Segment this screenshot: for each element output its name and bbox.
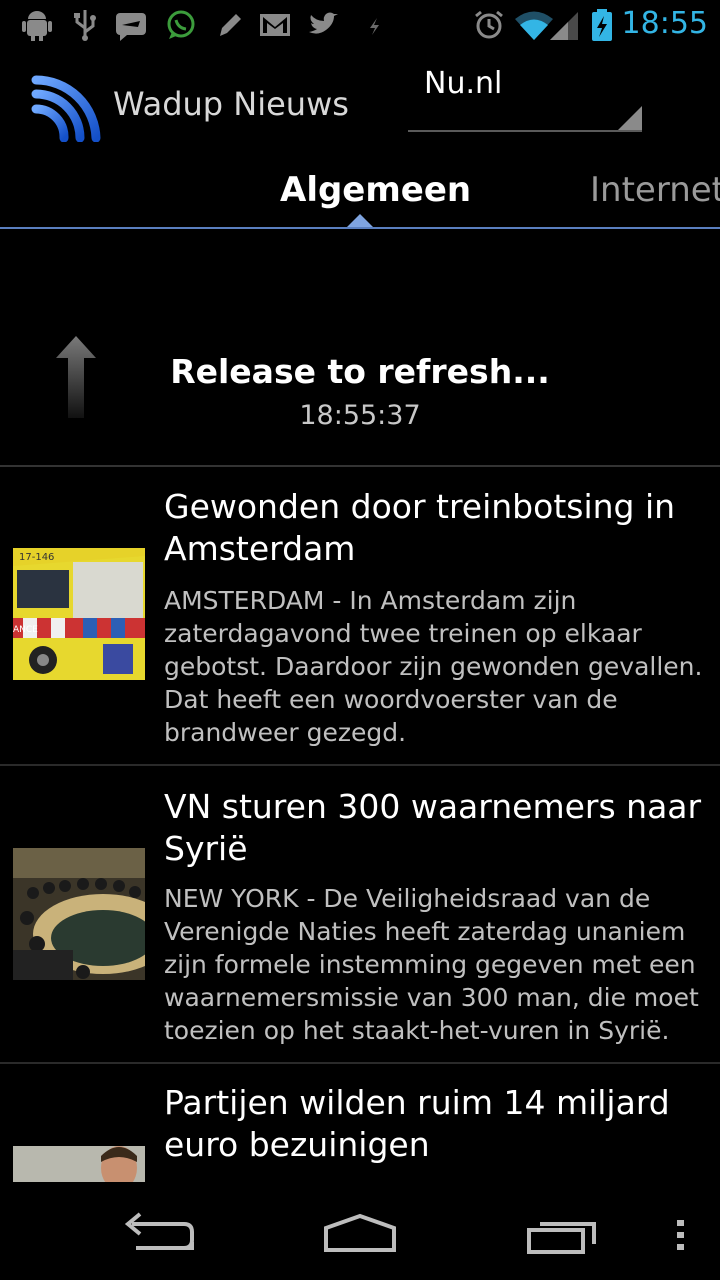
signal-icon xyxy=(550,12,578,40)
app-logo-icon[interactable] xyxy=(30,72,102,142)
whatsapp-icon xyxy=(167,10,195,39)
news-headline: Gewonden door treinbotsing in Amsterdam xyxy=(164,487,676,568)
news-summary: AMSTERDAM - In Amsterdam zijn zaterdagav… xyxy=(164,586,703,747)
app-title: Wadup Nieuws xyxy=(113,85,349,123)
home-button[interactable] xyxy=(322,1212,398,1254)
news-item[interactable]: 17-146 ANCE Gewonden door treinbotsing i… xyxy=(0,466,720,766)
tab-internet[interactable]: Internet xyxy=(590,170,720,210)
news-headline: Partijen wilden ruim 14 miljard euro bez… xyxy=(164,1083,670,1164)
politician-image xyxy=(13,1146,145,1182)
news-thumbnail xyxy=(13,848,145,980)
twitter-icon xyxy=(309,12,338,34)
tab-selected-indicator-icon xyxy=(346,214,374,228)
spinner-underline xyxy=(408,130,642,132)
airplane-message-icon xyxy=(116,13,146,41)
ambulance-image: 17-146 ANCE xyxy=(13,548,145,680)
source-spinner-value: Nu.nl xyxy=(424,66,503,101)
refresh-timestamp: 18:55:37 xyxy=(299,400,421,431)
overflow-menu-icon[interactable] xyxy=(674,1218,688,1252)
un-council-image xyxy=(13,848,145,980)
recent-apps-button[interactable] xyxy=(526,1216,598,1254)
news-thumbnail xyxy=(13,1146,145,1182)
navigation-bar xyxy=(0,1182,720,1280)
status-clock: 18:55 xyxy=(621,6,708,41)
status-bar: 18:55 xyxy=(0,0,720,50)
tab-algemeen[interactable]: Algemeen xyxy=(280,170,471,210)
thumb-badge-text: 17-146 xyxy=(19,552,54,563)
news-thumbnail: 17-146 ANCE xyxy=(13,548,145,680)
back-button[interactable] xyxy=(124,1212,196,1256)
pencil-icon xyxy=(220,14,241,36)
news-item[interactable]: Partijen wilden ruim 14 miljard euro bez… xyxy=(0,1064,720,1182)
news-summary: NEW YORK - De Veiligheidsraad van de Ver… xyxy=(164,884,699,1045)
spinner-corner-icon xyxy=(618,106,642,130)
thumb-side-text: ANCE xyxy=(13,625,38,635)
news-list[interactable]: 17-146 ANCE Gewonden door treinbotsing i… xyxy=(0,466,720,1182)
small-notification-icon xyxy=(370,18,379,35)
android-debug-icon xyxy=(22,11,52,41)
pull-to-refresh-header: Release to refresh... 18:55:37 xyxy=(0,230,720,467)
alarm-icon xyxy=(475,10,503,39)
action-bar: Wadup Nieuws Nu.nl xyxy=(0,50,720,160)
refresh-message: Release to refresh... xyxy=(170,352,550,391)
usb-icon xyxy=(74,10,96,41)
tab-strip: Algemeen Internet xyxy=(0,160,720,230)
battery-charging-icon xyxy=(592,9,612,41)
tab-underline xyxy=(0,227,720,229)
gmail-icon xyxy=(260,14,290,36)
news-headline: VN sturen 300 waarnemers naar Syrië xyxy=(164,787,702,868)
news-item[interactable]: VN sturen 300 waarnemers naar Syrië NEW … xyxy=(0,766,720,1064)
